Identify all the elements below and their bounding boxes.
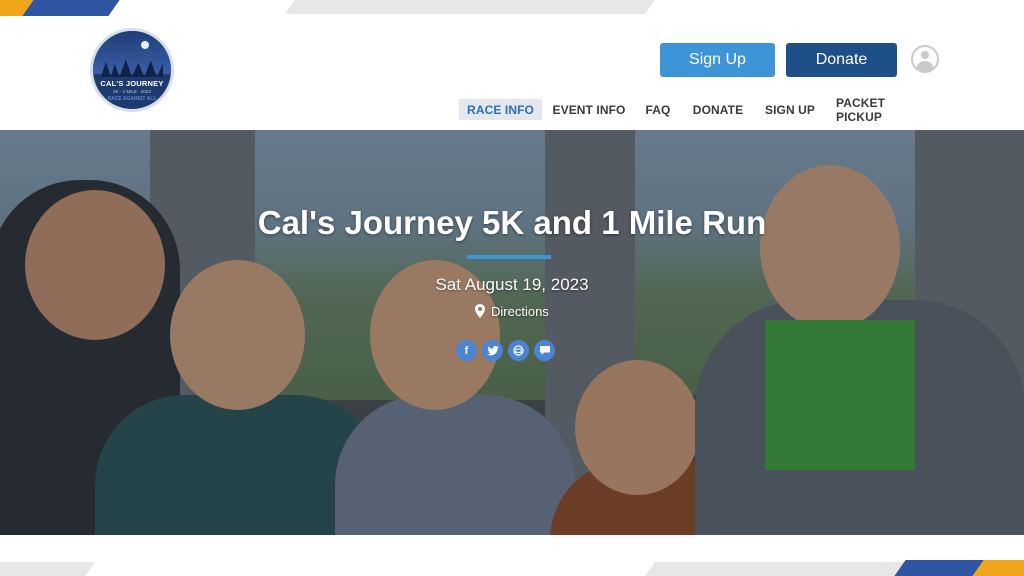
donate-button[interactable]: Donate — [786, 43, 897, 77]
facebook-icon[interactable]: f — [456, 340, 477, 361]
top-decoration — [0, 0, 1024, 18]
nav-packet-pickup[interactable]: PACKET PICKUP — [836, 96, 930, 124]
nav-faq[interactable]: FAQ — [643, 99, 673, 120]
nav-event-info[interactable]: EVENT INFO — [552, 99, 626, 120]
avatar-head — [921, 51, 929, 59]
hero-dark-overlay — [0, 130, 1024, 535]
chat-bubble-icon — [539, 346, 550, 355]
nav-donate[interactable]: DONATE — [690, 99, 746, 120]
nav-sign-up[interactable]: SIGN UP — [763, 99, 817, 120]
top-stripe-gray — [285, 0, 655, 14]
title-underline — [467, 255, 551, 259]
logo-tagline: RACE AGAINST ALL — [107, 96, 157, 102]
event-title: Cal's Journey 5K and 1 Mile Run — [257, 204, 767, 241]
hero-banner — [0, 130, 1024, 535]
logo-subtitle: 5K · 1 MILE · 2023 — [113, 89, 151, 94]
directions-label: Directions — [491, 303, 549, 319]
email-glyph-icon — [513, 345, 524, 356]
logo-moon-icon — [141, 41, 149, 49]
event-date: Sat August 19, 2023 — [435, 275, 589, 294]
race-logo[interactable]: CAL'S JOURNEY 5K · 1 MILE · 2023 RACE AG… — [90, 28, 174, 112]
message-icon[interactable] — [534, 340, 555, 361]
logo-title: CAL'S JOURNEY — [100, 79, 164, 88]
sign-up-button[interactable]: Sign Up — [660, 43, 775, 77]
email-icon[interactable] — [508, 340, 529, 361]
nav-race-info[interactable]: RACE INFO — [459, 99, 542, 120]
bottom-stripe-gray-right — [645, 562, 915, 576]
map-pin-icon — [475, 304, 485, 318]
twitter-bird-icon — [486, 345, 499, 355]
avatar-body — [916, 61, 934, 71]
bottom-stripe-gray-left — [0, 562, 95, 576]
bottom-decoration — [0, 558, 1024, 576]
user-avatar-icon[interactable] — [911, 45, 939, 73]
directions-link[interactable]: Directions — [475, 302, 549, 320]
site-header: CAL'S JOURNEY 5K · 1 MILE · 2023 RACE AG… — [0, 18, 1024, 130]
twitter-icon[interactable] — [482, 340, 503, 361]
